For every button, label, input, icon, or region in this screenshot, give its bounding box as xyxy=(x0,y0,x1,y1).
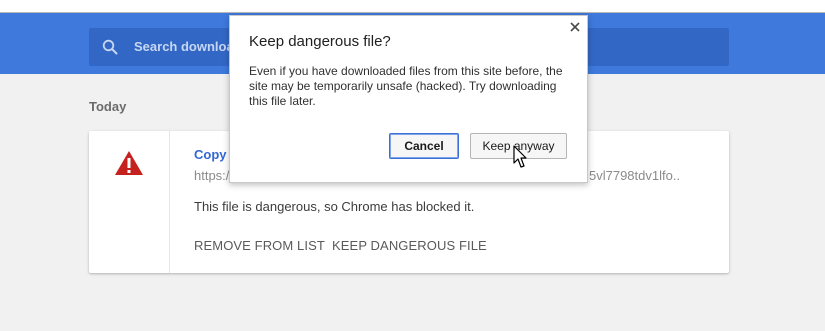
search-input[interactable]: Search download xyxy=(134,39,242,54)
dialog-message-line: Even if you have downloaded files from t… xyxy=(249,64,563,78)
date-section-label: Today xyxy=(89,99,127,114)
keep-dangerous-dialog: Keep dangerous file? Even if you have do… xyxy=(229,15,588,183)
keep-dangerous-file-button[interactable]: KEEP DANGEROUS FILE xyxy=(332,238,487,253)
card-divider xyxy=(169,131,170,273)
dialog-message: Even if you have downloaded files from t… xyxy=(249,64,569,109)
warning-triangle-icon xyxy=(115,151,143,175)
dialog-message-line: site may be temporarily unsafe (hacked).… xyxy=(249,79,557,93)
search-icon xyxy=(102,39,118,55)
close-icon[interactable] xyxy=(569,21,581,33)
dialog-title: Keep dangerous file? xyxy=(249,33,391,50)
danger-status-text: This file is dangerous, so Chrome has bl… xyxy=(194,199,475,214)
top-strip xyxy=(0,0,825,12)
remove-from-list-button[interactable]: REMOVE FROM LIST xyxy=(194,238,325,253)
dialog-message-line: this file later. xyxy=(249,94,316,108)
mouse-cursor-icon xyxy=(513,145,527,168)
file-url-start: https:/ xyxy=(194,168,230,183)
file-url-end: 5vl7798tdv1lfo.. xyxy=(589,168,681,183)
cancel-button[interactable]: Cancel xyxy=(389,133,459,159)
